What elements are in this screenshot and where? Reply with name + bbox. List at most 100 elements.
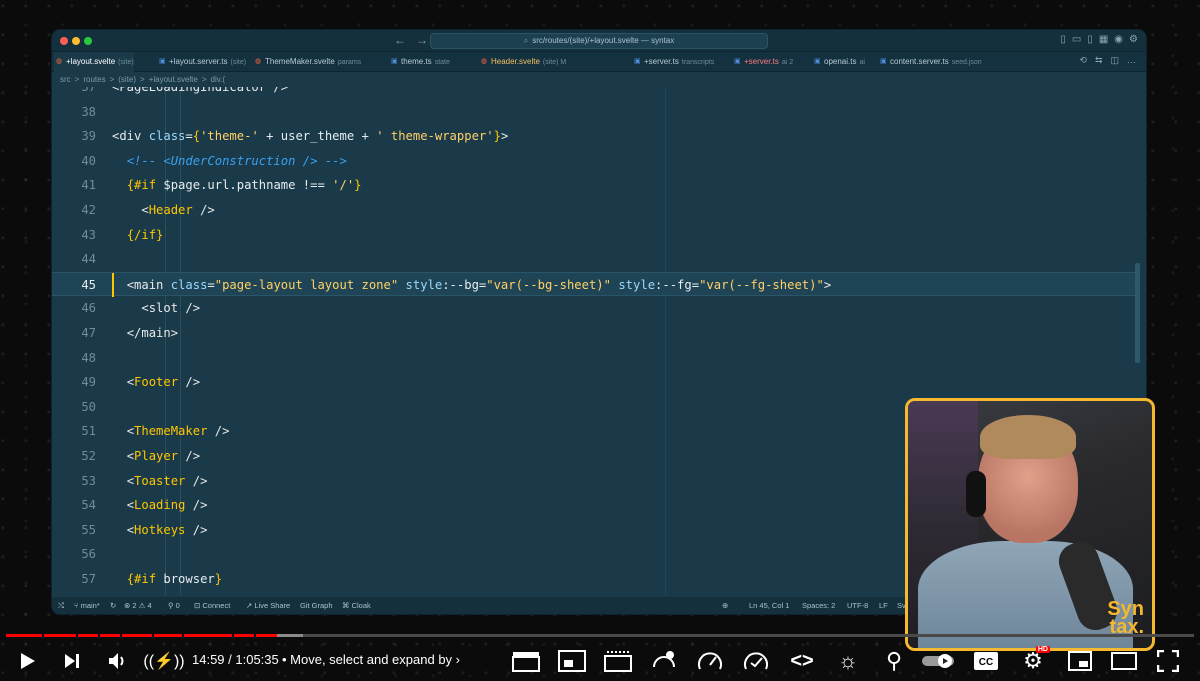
code-line[interactable]: 42 <Header /> (52, 198, 1136, 223)
editor-tab[interactable]: ◍ Header.svelte (site) M (479, 52, 566, 72)
toggle-panel-icon[interactable]: ▭ (1072, 34, 1081, 45)
cursor-position[interactable]: Ln 45, Col 1 (749, 597, 789, 614)
code-line[interactable]: 40 <!-- <UnderConstruction /> --> (52, 149, 1136, 174)
syntax-logo: Syn tax. (1107, 598, 1144, 638)
toggle-sidebar-icon[interactable]: ▯ (1060, 34, 1066, 45)
code-line[interactable]: 46 <slot /> (52, 296, 1136, 321)
dotted-screen-icon[interactable] (602, 648, 634, 674)
file-type-icon: ◍ (56, 58, 63, 65)
code-text: <ThemeMaker /> (126, 424, 230, 439)
close-window-icon[interactable] (60, 37, 68, 45)
editor-tab[interactable]: ▣ +server.ts transcripts (632, 52, 714, 72)
branch-status[interactable]: ⑂ main* (74, 597, 100, 614)
chapter-title[interactable]: • Move, select and expand by › (282, 652, 460, 667)
sync-icon[interactable]: ↻ (110, 597, 116, 614)
code-line[interactable]: 45 <main class="page-layout layout zone"… (52, 271, 1136, 297)
command-center[interactable]: ⌕ src/routes/(site)/+layout.svelte — synt… (430, 33, 768, 49)
code-line[interactable]: 49 <Footer /> (52, 370, 1136, 395)
breadcrumb-item[interactable]: +layout.svelte (149, 75, 198, 84)
tab-description: ai (859, 59, 865, 66)
clapperboard-icon[interactable] (510, 648, 542, 674)
code-text: <Hotkeys /> (126, 522, 208, 537)
line-number: 56 (81, 547, 96, 562)
toggle-secondary-sidebar-icon[interactable]: ▯ (1087, 34, 1093, 45)
captions-icon[interactable]: CC (970, 648, 1002, 674)
cloak-status[interactable]: ⌘ Cloak (342, 597, 371, 614)
more-actions-icon[interactable]: … (1127, 55, 1136, 66)
tab-description: params (337, 59, 362, 66)
breadcrumb-item[interactable]: (site) (118, 75, 136, 84)
volume-icon[interactable] (104, 648, 132, 674)
webcam-overlay: Syn tax. (905, 398, 1155, 651)
editor-tab[interactable]: ◍ ThemeMaker.svelte params (253, 52, 361, 72)
theater-mode-icon[interactable] (1108, 648, 1140, 674)
editor-scrollbar[interactable] (1135, 263, 1140, 363)
editor-tab[interactable]: ▣ content.server.ts seed.json (878, 52, 982, 72)
indentation-status[interactable]: Spaces: 2 (802, 597, 835, 614)
line-highlight-marker (112, 272, 114, 297)
maximize-window-icon[interactable] (84, 37, 92, 45)
ports-status[interactable]: ⚲ 0 (168, 597, 180, 614)
speedometer-icon[interactable] (694, 648, 726, 674)
back-arrow-icon[interactable]: ← (394, 33, 416, 47)
editor-tab[interactable]: ▣ theme.ts state (389, 52, 450, 72)
fullscreen-icon[interactable] (1152, 648, 1184, 674)
code-line[interactable]: 38 (52, 100, 1136, 125)
remote-indicator-icon[interactable]: ⤭ (58, 597, 64, 614)
line-number: 37 (81, 87, 96, 94)
miniplayer-icon[interactable] (1064, 648, 1096, 674)
code-icon[interactable]: <> (786, 648, 818, 674)
code-line[interactable]: 48 (52, 346, 1136, 371)
chapter-marker (182, 634, 184, 637)
speed-settings-icon[interactable] (648, 648, 680, 674)
editor-tab[interactable]: ▣ +server.ts ai 2 (732, 52, 793, 72)
pin-icon[interactable]: ⚲ (878, 648, 910, 674)
breadcrumb-item[interactable]: src (60, 75, 71, 84)
settings-gear-icon[interactable]: ⚙ (1129, 34, 1138, 45)
stable-volume-icon[interactable]: ((⚡)) (143, 648, 184, 674)
timeline-icon[interactable]: ⟲ (1079, 55, 1087, 66)
line-number: 48 (81, 350, 96, 365)
chapter-marker (42, 634, 44, 637)
customize-layout-icon[interactable]: ▦ (1099, 34, 1108, 45)
compare-icon[interactable]: ⇆ (1095, 55, 1103, 66)
search-icon: ⌕ (523, 36, 529, 45)
play-icon[interactable] (14, 648, 42, 674)
eol-status[interactable]: LF (879, 597, 888, 614)
autoplay-toggle[interactable] (920, 648, 956, 674)
breadcrumb-item[interactable]: routes (83, 75, 105, 84)
code-line[interactable]: 43 {/if} (52, 223, 1136, 248)
code-line[interactable]: 39 <div class={'theme-' + user_theme + ' … (52, 124, 1136, 149)
editor-tab[interactable]: ◍ +layout.svelte (site) (54, 52, 134, 72)
next-video-icon[interactable] (58, 648, 86, 674)
accounts-icon[interactable]: ◉ (1114, 34, 1123, 45)
breadcrumb-item[interactable]: div.( (211, 75, 226, 84)
video-progress-bar[interactable] (6, 634, 1194, 637)
connect-status[interactable]: ⊡ Connect (194, 597, 230, 614)
problems-status[interactable]: ⊗ 2 ⚠ 4 (124, 597, 152, 614)
speed-check-icon[interactable] (740, 648, 772, 674)
code-line[interactable]: 47 </main> (52, 321, 1136, 346)
git-graph-status[interactable]: Git Graph (300, 597, 333, 614)
encoding-status[interactable]: UTF-8 (847, 597, 868, 614)
chapter-marker (120, 634, 122, 637)
minimize-window-icon[interactable] (72, 37, 80, 45)
editor-tab[interactable]: ▣ openai.ts ai (812, 52, 865, 72)
code-line[interactable]: 37 <PageLoadingIndicator /> (52, 87, 1136, 100)
screen-region-icon[interactable] (556, 648, 588, 674)
video-controls: ((⚡)) 14:59 / 1:05:35 • Move, select and… (0, 642, 1200, 681)
code-line[interactable]: 44 (52, 247, 1136, 272)
editor-tab[interactable]: ▣ +layout.server.ts (site) (157, 52, 246, 72)
tab-label: ThemeMaker.svelte (265, 57, 335, 66)
code-line[interactable]: 41 {#if $page.url.pathname !== '/'} (52, 173, 1136, 198)
line-number: 51 (81, 424, 96, 439)
split-editor-icon[interactable]: ◫ (1110, 55, 1119, 66)
line-number: 50 (81, 399, 96, 414)
brightness-icon[interactable]: ☼ (832, 648, 864, 674)
presenter-hair (980, 415, 1076, 459)
live-share-status[interactable]: ↗ Live Share (246, 597, 290, 614)
settings-icon[interactable]: ⚙ HD (1016, 646, 1050, 674)
zoom-icon[interactable]: ⊕ (722, 597, 728, 614)
code-text: <!-- <UnderConstruction /> --> (126, 153, 347, 168)
tab-description: (site) (230, 59, 247, 66)
